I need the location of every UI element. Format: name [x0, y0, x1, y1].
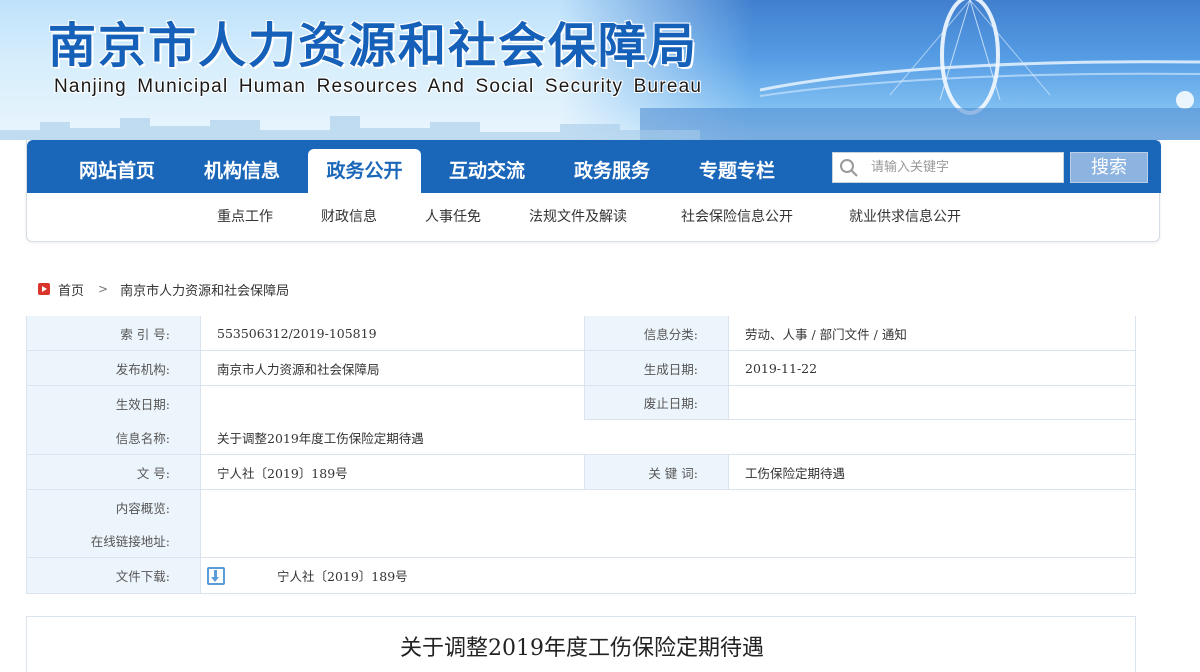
created-date-value: 2019-11-22 [729, 351, 1135, 386]
download-link[interactable]: 宁人社〔2019〕189号 [277, 566, 408, 585]
keywords-value: 工伤保险定期待遇 [729, 455, 1135, 490]
article-title: 关于调整2019年度工伤保险定期待遇 [400, 636, 764, 661]
info-name-label: 信息名称: [27, 420, 201, 455]
breadcrumb-current[interactable]: 南京市人力资源和社会保障局 [120, 280, 289, 299]
effective-date-label: 生效日期: [27, 386, 201, 420]
info-name-value: 关于调整2019年度工伤保险定期待遇 [201, 420, 1135, 455]
breadcrumb: 首页 > 南京市人力资源和社会保障局 [38, 280, 289, 299]
breadcrumb-home[interactable]: 首页 [58, 280, 84, 299]
search-input[interactable] [871, 153, 1061, 182]
site-banner: 南京市人力资源和社会保障局 Nanjing Municipal Human Re… [0, 0, 1200, 140]
expiry-date-label: 废止日期: [585, 386, 729, 420]
subnav-personnel[interactable]: 人事任免 [425, 206, 481, 226]
nav-home[interactable]: 网站首页 [57, 149, 177, 193]
search-box [832, 152, 1064, 183]
subnav-employment[interactable]: 就业供求信息公开 [849, 206, 961, 226]
publisher-label: 发布机构: [27, 351, 201, 386]
created-date-label: 生成日期: [585, 351, 729, 386]
keywords-label: 关 键 词: [585, 455, 729, 490]
summary-value [201, 490, 1135, 558]
nav-services[interactable]: 政务服务 [552, 149, 672, 193]
online-link-label: 在线链接地址: [27, 524, 201, 558]
download-label: 文件下载: [27, 558, 201, 593]
summary-label: 内容概览: [27, 490, 201, 524]
category-label: 信息分类: [585, 316, 729, 351]
subnav-social-insurance[interactable]: 社会保险信息公开 [681, 206, 793, 226]
index-value: 553506312/2019-105819 [201, 316, 585, 351]
main-nav-bar: 网站首页 机构信息 政务公开 互动交流 政务服务 专题专栏 搜索 [27, 140, 1161, 193]
expiry-date-value [729, 386, 1135, 420]
search-icon [840, 159, 858, 177]
subnav-finance[interactable]: 财政信息 [321, 206, 377, 226]
document-info-table: 索 引 号: 553506312/2019-105819 信息分类: 劳动、人事… [26, 316, 1136, 594]
nav-organization[interactable]: 机构信息 [182, 149, 302, 193]
nav-special-topics[interactable]: 专题专栏 [677, 149, 797, 193]
subnav-key-work[interactable]: 重点工作 [217, 206, 273, 226]
breadcrumb-separator: > [98, 282, 109, 296]
city-skyline [0, 116, 700, 140]
search-button[interactable]: 搜索 [1070, 152, 1148, 183]
home-icon [38, 283, 50, 295]
subnav-regulations[interactable]: 法规文件及解读 [529, 206, 627, 226]
navigation: 网站首页 机构信息 政务公开 互动交流 政务服务 专题专栏 搜索 重点工作 财政… [26, 140, 1161, 242]
effective-date-value [201, 386, 585, 420]
doc-number-label: 文 号: [27, 455, 201, 490]
site-title-en: Nanjing Municipal Human Resources And So… [54, 76, 703, 97]
download-icon[interactable] [207, 566, 225, 585]
publisher-value: 南京市人力资源和社会保障局 [201, 351, 585, 386]
doc-number-value: 宁人社〔2019〕189号 [201, 455, 585, 490]
index-label: 索 引 号: [27, 316, 201, 351]
nav-interaction[interactable]: 互动交流 [427, 149, 547, 193]
download-cell: 宁人社〔2019〕189号 [201, 558, 1135, 593]
article-container: 关于调整2019年度工伤保险定期待遇 [26, 616, 1136, 672]
nav-government-affairs[interactable]: 政务公开 [308, 149, 421, 193]
site-title-cn: 南京市人力资源和社会保障局 [48, 18, 699, 74]
category-value: 劳动、人事 / 部门文件 / 通知 [729, 316, 1135, 351]
